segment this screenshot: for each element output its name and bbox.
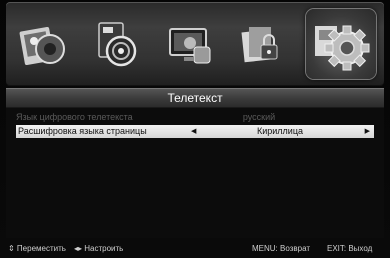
hint-menu-back: MENU: Возврат: [252, 244, 310, 253]
menu-icon-bar: [6, 2, 384, 86]
row-value: Кириллица: [257, 126, 303, 136]
menu-content-panel: Язык цифрового телетекста русский Расшиф…: [6, 108, 384, 238]
menu-title: Телетекст: [6, 88, 384, 108]
tv-channel-icon[interactable]: [160, 15, 218, 73]
row-label: Язык цифрового телетекста: [16, 112, 133, 122]
footer-hints: ⇕ Переместить ◂▸ Настроить MENU: Возврат…: [6, 242, 384, 256]
sound-icon[interactable]: [87, 15, 145, 73]
picture-icon[interactable]: [14, 15, 72, 73]
lock-icon[interactable]: [233, 15, 291, 73]
right-arrow-icon[interactable]: ▶: [365, 125, 370, 138]
hint-move: ⇕ Переместить: [8, 244, 66, 253]
tv-osd-screen: Телетекст Язык цифрового телетекста русс…: [0, 0, 390, 258]
menu-row-digital-teletext-language: Язык цифрового телетекста русский: [16, 111, 374, 124]
row-value: русский: [242, 112, 276, 122]
row-label: Расшифровка языка страницы: [18, 126, 147, 136]
menu-row-page-decoding-language[interactable]: Расшифровка языка страницы ◀ Кириллица ▶: [16, 125, 374, 138]
left-arrow-icon[interactable]: ◀: [191, 125, 196, 138]
hint-exit: EXIT: Выход: [327, 244, 373, 253]
settings-gear-icon[interactable]: [306, 9, 377, 79]
hint-adjust: ◂▸ Настроить: [74, 244, 124, 253]
